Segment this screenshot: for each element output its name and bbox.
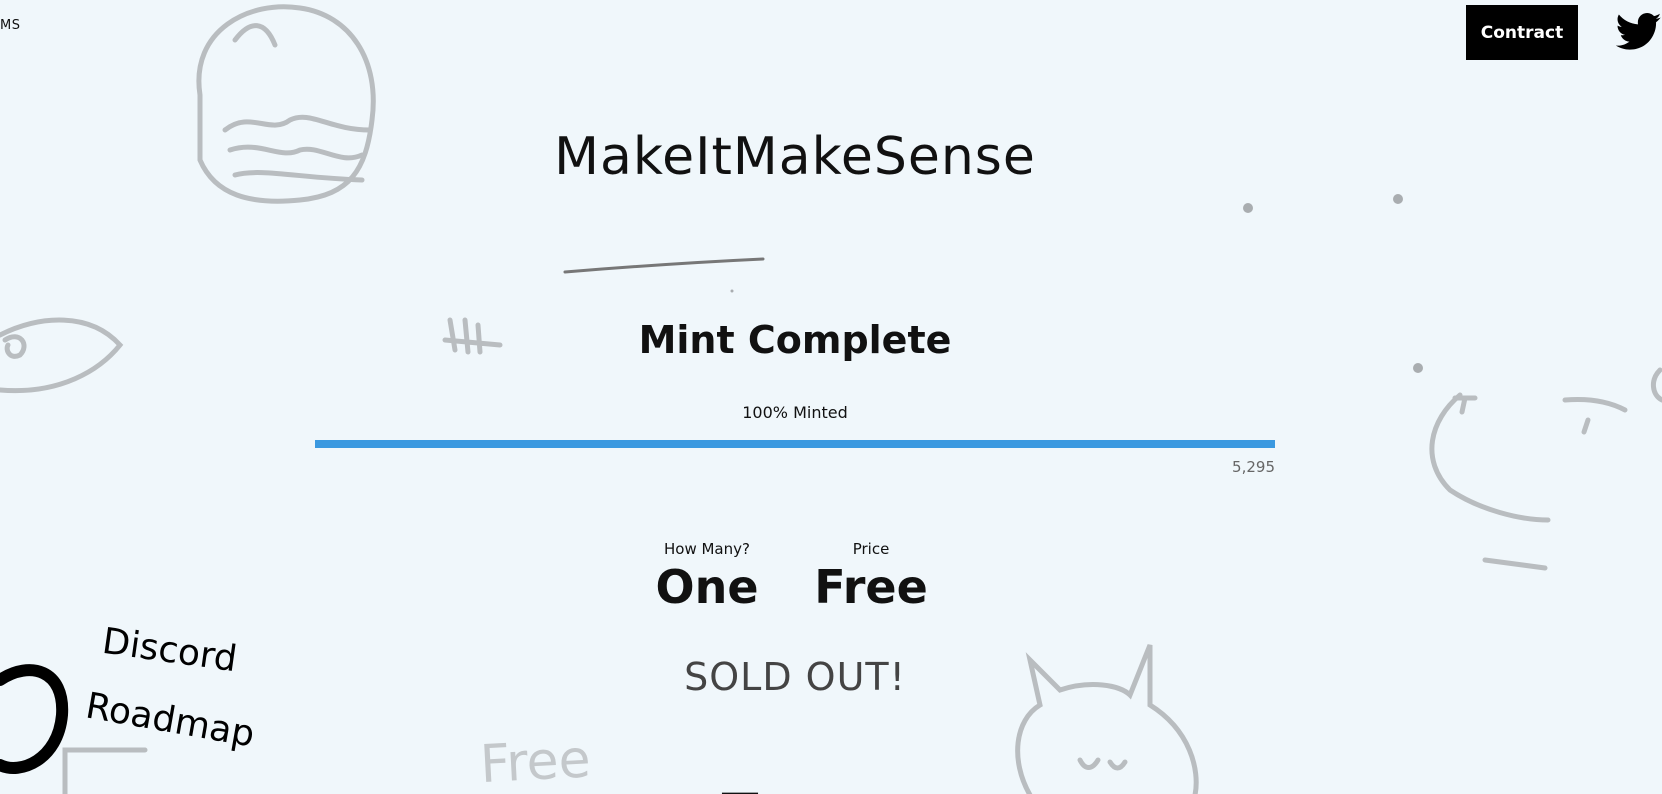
page: Free MS Contract MakeItMakeSense Mint Co…: [0, 0, 1662, 794]
price-block: Price Free: [791, 540, 951, 615]
quantity-label: How Many?: [664, 540, 750, 558]
site-title: MakeItMakeSense: [554, 127, 1036, 187]
free-doodle-text: Free: [479, 729, 592, 794]
title-underline: [563, 257, 765, 274]
price-label: Price: [852, 540, 890, 558]
mint-status-title: Mint Complete: [638, 318, 952, 362]
contract-button[interactable]: Contract: [1466, 5, 1578, 60]
mint-progress-fill: [315, 440, 1275, 448]
minted-count: 5,295: [1232, 458, 1275, 476]
next-section-peek: —: [720, 772, 800, 794]
sold-out-label: SOLD OUT!: [684, 655, 906, 699]
mint-progress-bar: [315, 440, 1275, 448]
price-value: Free: [814, 560, 928, 614]
twitter-link[interactable]: [1615, 12, 1662, 52]
quantity-block: How Many? One: [627, 540, 787, 615]
minted-percent-label: 100% Minted: [742, 403, 848, 422]
brand-mark: MS: [0, 18, 21, 33]
quantity-value[interactable]: One: [627, 560, 787, 615]
twitter-icon: [1615, 13, 1662, 50]
